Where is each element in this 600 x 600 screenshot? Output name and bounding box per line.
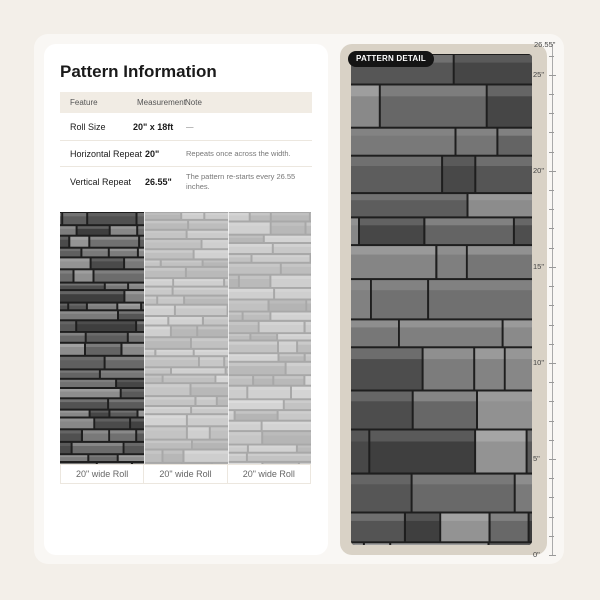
ruler-tick bbox=[549, 94, 554, 95]
header-note: Note bbox=[185, 98, 202, 107]
ruler-label: 20" bbox=[533, 165, 545, 175]
ruler-tick bbox=[549, 382, 554, 384]
ruler-tick bbox=[549, 478, 554, 480]
table-row: Horizontal Repeat 20" Repeats once acros… bbox=[60, 141, 312, 167]
ruler-tick bbox=[549, 439, 554, 441]
ruler-label: 25" bbox=[533, 69, 545, 79]
roll-label: 20" wide Roll bbox=[144, 465, 228, 483]
row-feature: Horizontal Repeat bbox=[70, 148, 143, 159]
row-measurement: 26.55" bbox=[145, 176, 172, 187]
ruler-tick bbox=[549, 74, 556, 76]
ruler-tick bbox=[549, 209, 554, 211]
table-row: Roll Size 20" x 18ft — bbox=[60, 113, 312, 141]
stone-texture bbox=[228, 212, 311, 464]
ruler-tick bbox=[549, 55, 554, 57]
ruler-tick bbox=[549, 266, 556, 268]
ruler-tick bbox=[549, 113, 554, 115]
ruler-tick bbox=[549, 286, 554, 288]
row-feature: Vertical Repeat bbox=[70, 176, 132, 187]
ruler-tick bbox=[549, 190, 554, 191]
ruler-tick bbox=[549, 420, 554, 422]
row-note: The pattern re-starts every 26.55 inches… bbox=[186, 172, 296, 191]
ruler-tick bbox=[549, 247, 554, 249]
roll-image-1 bbox=[60, 212, 144, 464]
pattern-table: Feature Measurement Note Roll Size 20" x… bbox=[60, 92, 312, 196]
roll-label: 20" wide Roll bbox=[242, 469, 295, 479]
ruler-tick bbox=[549, 401, 554, 403]
stone-texture bbox=[144, 212, 228, 464]
ruler-label: 5" bbox=[533, 454, 540, 463]
ruler-tick bbox=[549, 459, 556, 460]
ruler-tick bbox=[549, 555, 556, 556]
page-title: Pattern Information bbox=[60, 62, 217, 81]
ruler-tick bbox=[549, 535, 554, 537]
ruler-tick bbox=[549, 497, 554, 499]
table-header: Feature Measurement Note bbox=[60, 92, 312, 113]
roll-image-2 bbox=[144, 212, 228, 464]
ruler-tick bbox=[549, 305, 554, 307]
ruler-label: 15" bbox=[533, 261, 545, 271]
ruler-tick bbox=[549, 151, 554, 153]
measurement-ruler: 25" 20" 15" 10" 5" 0" 26.55" bbox=[533, 40, 564, 559]
ruler-tick bbox=[549, 132, 554, 134]
pattern-detail-badge: PATTERN DETAIL bbox=[348, 51, 434, 67]
stone-texture bbox=[60, 212, 144, 464]
row-measurement: 20" x 18ft bbox=[133, 121, 174, 132]
ruler-label: 10" bbox=[533, 357, 545, 367]
ruler-tick bbox=[549, 343, 554, 345]
header-measurement: Measurement bbox=[137, 98, 186, 107]
ruler-label: 0" bbox=[533, 550, 540, 559]
ruler-tick bbox=[549, 362, 556, 364]
row-measurement: 20" bbox=[145, 148, 160, 159]
roll-divider bbox=[144, 212, 145, 464]
roll-label: 20" wide Roll bbox=[61, 465, 145, 483]
pattern-detail-image bbox=[351, 54, 532, 545]
ruler-top-label: 26.55" bbox=[534, 40, 556, 49]
ruler-tick bbox=[549, 228, 554, 230]
table-row: Vertical Repeat 26.55" The pattern re-st… bbox=[60, 167, 312, 196]
roll-preview bbox=[60, 212, 311, 464]
ruler-line bbox=[552, 44, 553, 556]
roll-divider bbox=[228, 212, 229, 464]
pattern-info-card: Pattern Information Feature Measurement … bbox=[44, 44, 328, 555]
roll-image-3 bbox=[228, 212, 311, 464]
ruler-tick bbox=[549, 170, 556, 172]
ruler-tick bbox=[549, 516, 554, 518]
roll-labels: 20" wide Roll 20" wide Roll 20" wide Rol… bbox=[60, 464, 311, 484]
header-feature: Feature bbox=[70, 98, 98, 107]
row-note: — bbox=[186, 121, 194, 131]
ruler-tick bbox=[549, 324, 554, 326]
row-note: Repeats once across the width. bbox=[186, 148, 291, 158]
stone-detail-texture bbox=[351, 54, 532, 545]
